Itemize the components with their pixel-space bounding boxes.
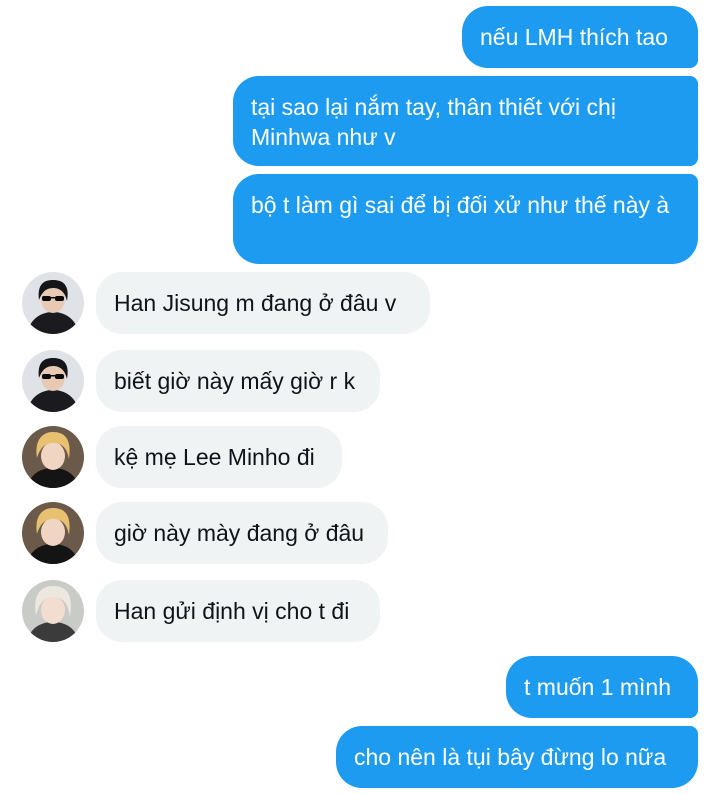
platinum-hair-avatar-icon[interactable] — [22, 580, 84, 642]
message-text: tại sao lại nắm tay, thân thiết với chị … — [251, 94, 616, 150]
message-text: Han Jisung m đang ở đâu v — [114, 290, 397, 316]
message-bubble-incoming[interactable]: kệ mẹ Lee Minho đi — [96, 426, 342, 488]
message-bubble-incoming[interactable]: Han gửi định vị cho t đi — [96, 580, 380, 642]
message-bubble-outgoing[interactable]: nếu LMH thích tao — [462, 6, 698, 68]
message-text: kệ mẹ Lee Minho đi — [114, 444, 315, 470]
dark-hair-sunglasses-avatar-icon[interactable] — [22, 272, 84, 334]
message-bubble-outgoing[interactable]: t muốn 1 mình — [506, 656, 698, 718]
message-text: t muốn 1 mình — [524, 674, 672, 700]
message-bubble-incoming[interactable]: giờ này mày đang ở đâu — [96, 502, 388, 564]
message-text: giờ này mày đang ở đâu — [114, 520, 365, 546]
message-text: Han gửi định vị cho t đi — [114, 598, 350, 624]
message-text: bộ t làm gì sai để bị đối xử như thế này… — [251, 192, 670, 218]
message-bubble-outgoing[interactable]: bộ t làm gì sai để bị đối xử như thế này… — [233, 174, 698, 264]
message-bubble-incoming[interactable]: Han Jisung m đang ở đâu v — [96, 272, 430, 334]
message-bubble-incoming[interactable]: biết giờ này mấy giờ r k — [96, 350, 380, 412]
blonde-avatar-icon[interactable] — [22, 426, 84, 488]
dark-hair-sunglasses-avatar-icon[interactable] — [22, 350, 84, 412]
message-text: cho nên là tụi bây đừng lo nữa — [354, 744, 667, 770]
message-text: nếu LMH thích tao — [480, 24, 668, 50]
message-text: biết giờ này mấy giờ r k — [114, 368, 356, 394]
blonde-avatar-icon[interactable] — [22, 502, 84, 564]
message-bubble-outgoing[interactable]: cho nên là tụi bây đừng lo nữa — [336, 726, 698, 788]
message-bubble-outgoing[interactable]: tại sao lại nắm tay, thân thiết với chị … — [233, 76, 698, 166]
